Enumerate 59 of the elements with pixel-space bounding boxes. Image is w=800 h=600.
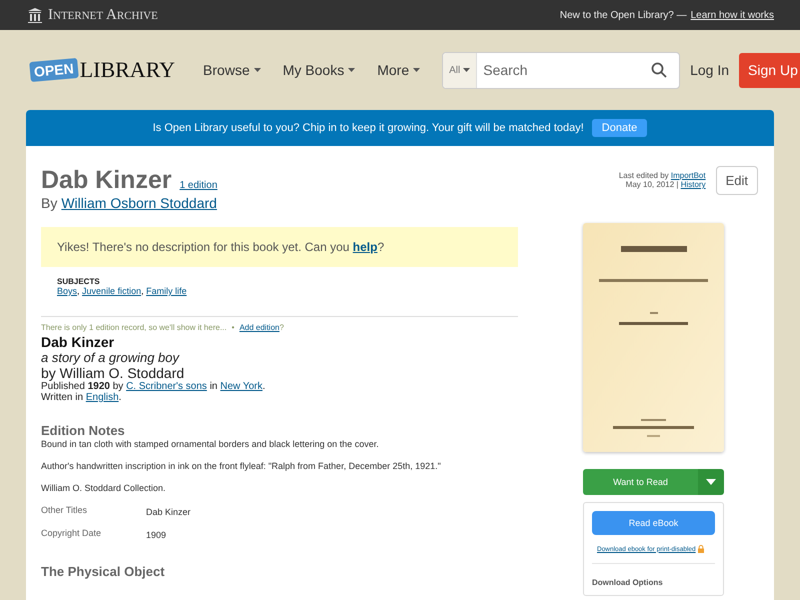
temple-icon [28, 8, 42, 22]
place-link[interactable]: New York [220, 381, 263, 392]
editions-link[interactable]: 1 edition [180, 180, 218, 191]
editor-link[interactable]: ImportBot [670, 171, 706, 180]
author-link[interactable]: William Osborn Stoddard [61, 195, 217, 211]
brand-name[interactable]: Internet Archive [48, 6, 158, 24]
subject-link[interactable]: Boys [57, 286, 78, 296]
caret-icon [706, 479, 716, 485]
edition-author: by William O. Stoddard [41, 365, 186, 381]
edit-info: Last edited by ImportBot May 10, 2012 | History [618, 171, 706, 189]
description-notice: Yikes! There's no description for this book yet. Can you help? [41, 227, 518, 267]
caret-icon [413, 68, 420, 72]
help-link[interactable]: help [352, 240, 378, 254]
banner-text: Is Open Library useful to you? Chip in to keep it growing. Your gift will be matched today! [152, 122, 584, 134]
publish-info: Published 1920 by C. Scribner's sons in New York. [41, 381, 266, 392]
nav-menu[interactable]: Browse [203, 62, 261, 78]
nav-menu[interactable]: More [377, 62, 420, 78]
caret-icon [463, 68, 470, 72]
learn-link[interactable]: Learn how it works [690, 10, 774, 20]
question-mark: ? [279, 323, 284, 332]
nav-menu[interactable]: My Books [282, 62, 356, 78]
note-text: Author's handwritten inscription in ink on the front flyleaf: "Ralph from Father, December 25th, 1921." [41, 461, 442, 471]
note-text: Bound in tan cloth with stamped ornamental borders and black lettering on the cover. [41, 439, 380, 449]
history-link[interactable]: History [680, 180, 706, 189]
field-value: Dab Kinzer [146, 507, 191, 517]
dropdown-button[interactable] [698, 469, 724, 495]
language-link[interactable]: English [86, 392, 119, 403]
subject-link[interactable]: Juvenile fiction [82, 286, 142, 296]
logo[interactable]: OPEN LIBRARY [30, 57, 176, 83]
scope-dropdown[interactable]: All [443, 52, 478, 88]
lock-icon [698, 545, 704, 553]
intro-text: New to the Open Library? — Learn how it works [560, 10, 774, 20]
book-title: Dab Kinzer [41, 166, 172, 195]
field-label: Copyright Date [41, 528, 102, 540]
login-link[interactable]: Log In [690, 62, 730, 78]
search-field[interactable]: All Search [442, 52, 680, 88]
subject-link[interactable]: Family life [146, 286, 187, 296]
caret-icon [348, 68, 356, 72]
subjects-heading: SUBJECTS [57, 277, 101, 286]
section-heading: Edition Notes [41, 423, 126, 438]
download-heading: Download Options [592, 563, 715, 587]
language-info: Written in English. [41, 392, 122, 403]
edition-notice: There is only 1 edition record, so we'll show it here... [41, 323, 227, 332]
by-label: By [41, 195, 58, 211]
edition-subtitle: a story of a growing boy [41, 350, 180, 365]
edition-title: Dab Kinzer [41, 334, 116, 350]
search-icon[interactable] [651, 62, 668, 78]
signup-button[interactable]: Sign Up [739, 52, 800, 88]
caret-icon [254, 68, 261, 72]
comma: , [77, 286, 81, 296]
separator-dot: • [232, 323, 234, 332]
publisher-link[interactable]: C. Scribner's sons [126, 381, 207, 392]
add-edition-link[interactable]: Add edition [239, 323, 280, 332]
field-value: 1909 [146, 530, 166, 540]
edit-button[interactable]: Edit [716, 166, 758, 195]
field-label: Other Titles [41, 505, 88, 517]
note-text: William O. Stoddard Collection. [41, 483, 167, 493]
comma: , [141, 286, 145, 296]
section-heading: The Physical Object [41, 564, 166, 579]
